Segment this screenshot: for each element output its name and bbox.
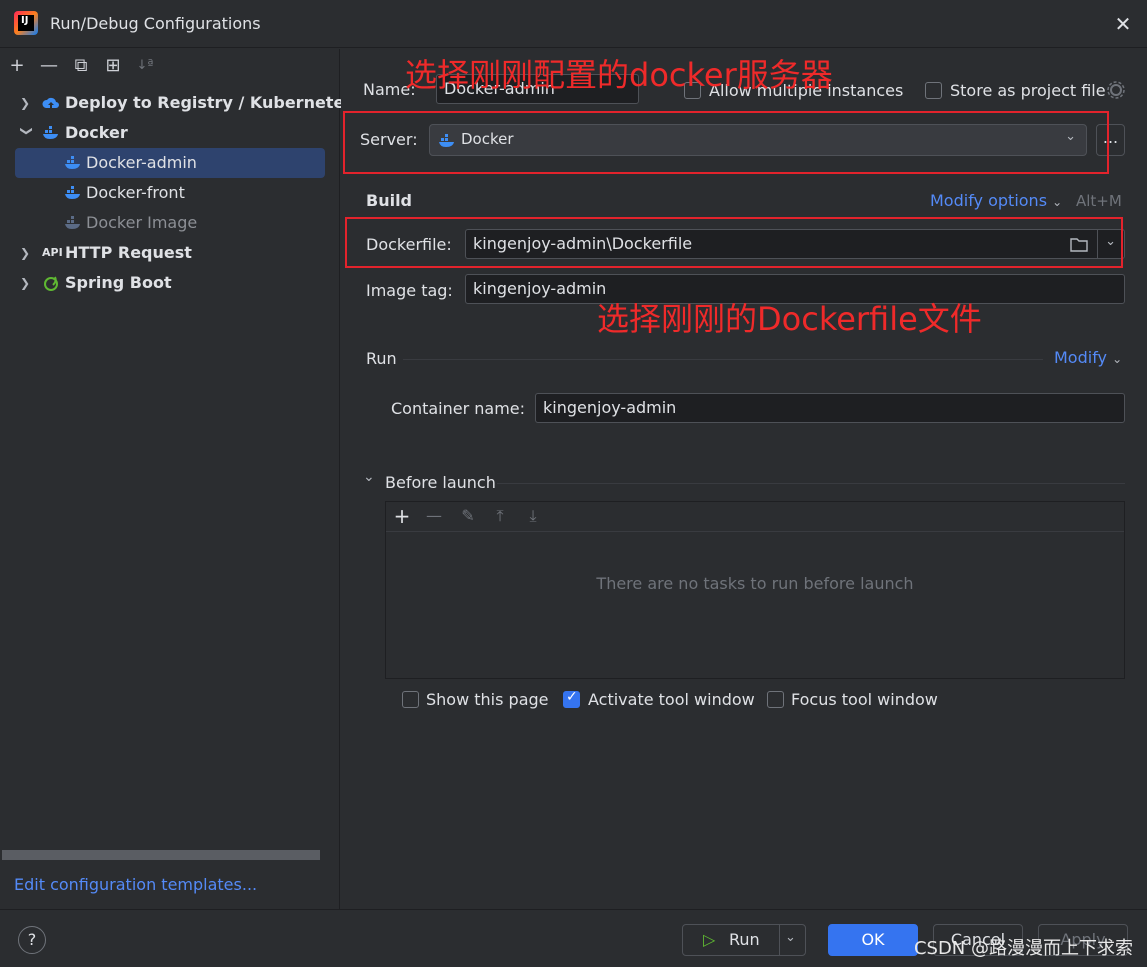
chevron-right-icon: ❯ (20, 96, 31, 110)
show-page-checkbox[interactable] (402, 691, 419, 708)
chevron-down-icon: ⌄ (1052, 195, 1063, 209)
docker-icon (65, 186, 80, 199)
api-icon: API (42, 246, 63, 259)
chevron-right-icon: ❯ (20, 246, 31, 260)
before-launch-title[interactable]: Before launch (385, 473, 496, 492)
tree-toolbar: + — ⧉ ⊞ ↓ª (6, 55, 156, 79)
spring-boot-icon (44, 276, 58, 291)
tree-item-label: Docker-admin (86, 153, 197, 172)
tree-item-docker-admin[interactable]: Docker-admin (15, 149, 325, 177)
tree-item-docker-front[interactable]: Docker-front (15, 179, 325, 207)
image-tag-label: Image tag: (366, 281, 453, 300)
focus-tool-checkbox[interactable] (767, 691, 784, 708)
chevron-down-icon[interactable]: ⌄ (785, 923, 796, 953)
server-annotation-box (343, 111, 1109, 174)
tree-item-label: Docker Image (86, 213, 198, 232)
chevron-down-icon[interactable]: ⌄ (363, 469, 375, 485)
dockerfile-annotation-text: 选择刚刚的Dockerfile文件 (597, 300, 982, 338)
dockerfile-annotation-box (345, 217, 1123, 268)
modify-link[interactable]: Modify ⌄ (1054, 348, 1122, 367)
run-divider (403, 359, 1043, 360)
help-button[interactable]: ? (18, 926, 46, 954)
cloud-upload-icon (42, 97, 59, 108)
run-divider (779, 925, 780, 955)
intellij-logo-icon: IJ (14, 11, 38, 35)
run-section-title: Run (366, 349, 397, 368)
tree-item-docker[interactable]: ❯ Docker (0, 119, 340, 147)
tree-item-label: Spring Boot (65, 273, 172, 292)
remove-icon[interactable]: — (423, 505, 445, 527)
show-page-label: Show this page (426, 690, 549, 709)
run-button[interactable]: ▷ Run ⌄ (682, 924, 806, 956)
add-icon[interactable]: + (391, 505, 413, 527)
build-section-title: Build (366, 191, 413, 210)
tree-item-spring-boot[interactable]: ❯ Spring Boot (0, 269, 340, 297)
empty-tasks-text: There are no tasks to run before launch (596, 574, 914, 593)
title-bar: IJ Run/Debug Configurations ✕ (0, 0, 1147, 48)
docker-icon (65, 216, 80, 229)
copy-icon[interactable]: ⧉ (70, 55, 92, 77)
add-icon[interactable]: + (6, 55, 28, 77)
store-project-label: Store as project file (950, 81, 1106, 100)
tree-item-label: Docker-front (86, 183, 185, 202)
gear-icon[interactable] (1106, 80, 1126, 100)
move-down-icon[interactable]: ⤓ (522, 505, 544, 527)
tree-item-label: Deploy to Registry / Kubernetes (65, 93, 354, 112)
new-folder-icon[interactable]: ⊞ (102, 55, 124, 77)
container-name-field[interactable]: kingenjoy-admin (535, 393, 1125, 423)
sort-icon[interactable]: ↓ª (134, 55, 156, 77)
configuration-form: Name: Docker-admin Allow multiple instan… (341, 49, 1147, 909)
store-project-checkbox[interactable] (925, 82, 942, 99)
docker-icon (65, 156, 80, 169)
edit-templates-link[interactable]: Edit configuration templates... (14, 875, 257, 894)
modify-label: Modify (1054, 348, 1108, 367)
edit-icon[interactable]: ✎ (457, 505, 479, 527)
chevron-down-icon: ❯ (20, 126, 34, 137)
dialog-footer: ? ▷ Run ⌄ OK Cancel Apply CSDN @路漫漫而上下求索 (0, 909, 1147, 967)
focus-tool-label: Focus tool window (791, 690, 938, 709)
chevron-right-icon: ❯ (20, 276, 31, 290)
window-title: Run/Debug Configurations (50, 14, 261, 33)
container-name-label: Container name: (391, 399, 526, 418)
tree-item-label: Docker (65, 123, 128, 142)
docker-icon (43, 126, 58, 139)
horizontal-scrollbar[interactable] (2, 850, 320, 860)
tree-item-docker-image[interactable]: Docker Image (15, 209, 325, 237)
tree-item-label: HTTP Request (65, 243, 192, 262)
modify-shortcut-hint: Alt+M (1076, 192, 1122, 210)
remove-icon[interactable]: — (38, 55, 60, 77)
tree-item-deploy-registry[interactable]: ❯ Deploy to Registry / Kubernetes (0, 89, 354, 117)
server-annotation-text: 选择刚刚配置的docker服务器 (405, 56, 833, 94)
modify-options-link[interactable]: Modify options ⌄ (930, 191, 1062, 210)
move-up-icon[interactable]: ⤒ (489, 505, 511, 527)
before-launch-divider (497, 483, 1125, 484)
close-icon[interactable]: ✕ (1111, 12, 1135, 36)
chevron-down-icon: ⌄ (1112, 352, 1123, 366)
play-icon: ▷ (703, 930, 716, 949)
activate-tool-label: Activate tool window (588, 690, 755, 709)
csdn-watermark: CSDN @路漫漫而上下求索 (913, 938, 1133, 959)
activate-tool-checkbox[interactable] (563, 689, 580, 708)
run-label: Run (729, 930, 760, 949)
modify-options-label: Modify options (930, 191, 1048, 210)
configuration-tree-pane: + — ⧉ ⊞ ↓ª ❯ Deploy to Registry / Kubern… (0, 49, 354, 909)
ok-button[interactable]: OK (828, 924, 918, 956)
tree-item-http-request[interactable]: ❯ API HTTP Request (0, 239, 340, 267)
before-launch-panel: + — ✎ ⤒ ⤓ There are no tasks to run befo… (385, 501, 1125, 679)
before-launch-toolbar: + — ✎ ⤒ ⤓ (386, 502, 1124, 532)
